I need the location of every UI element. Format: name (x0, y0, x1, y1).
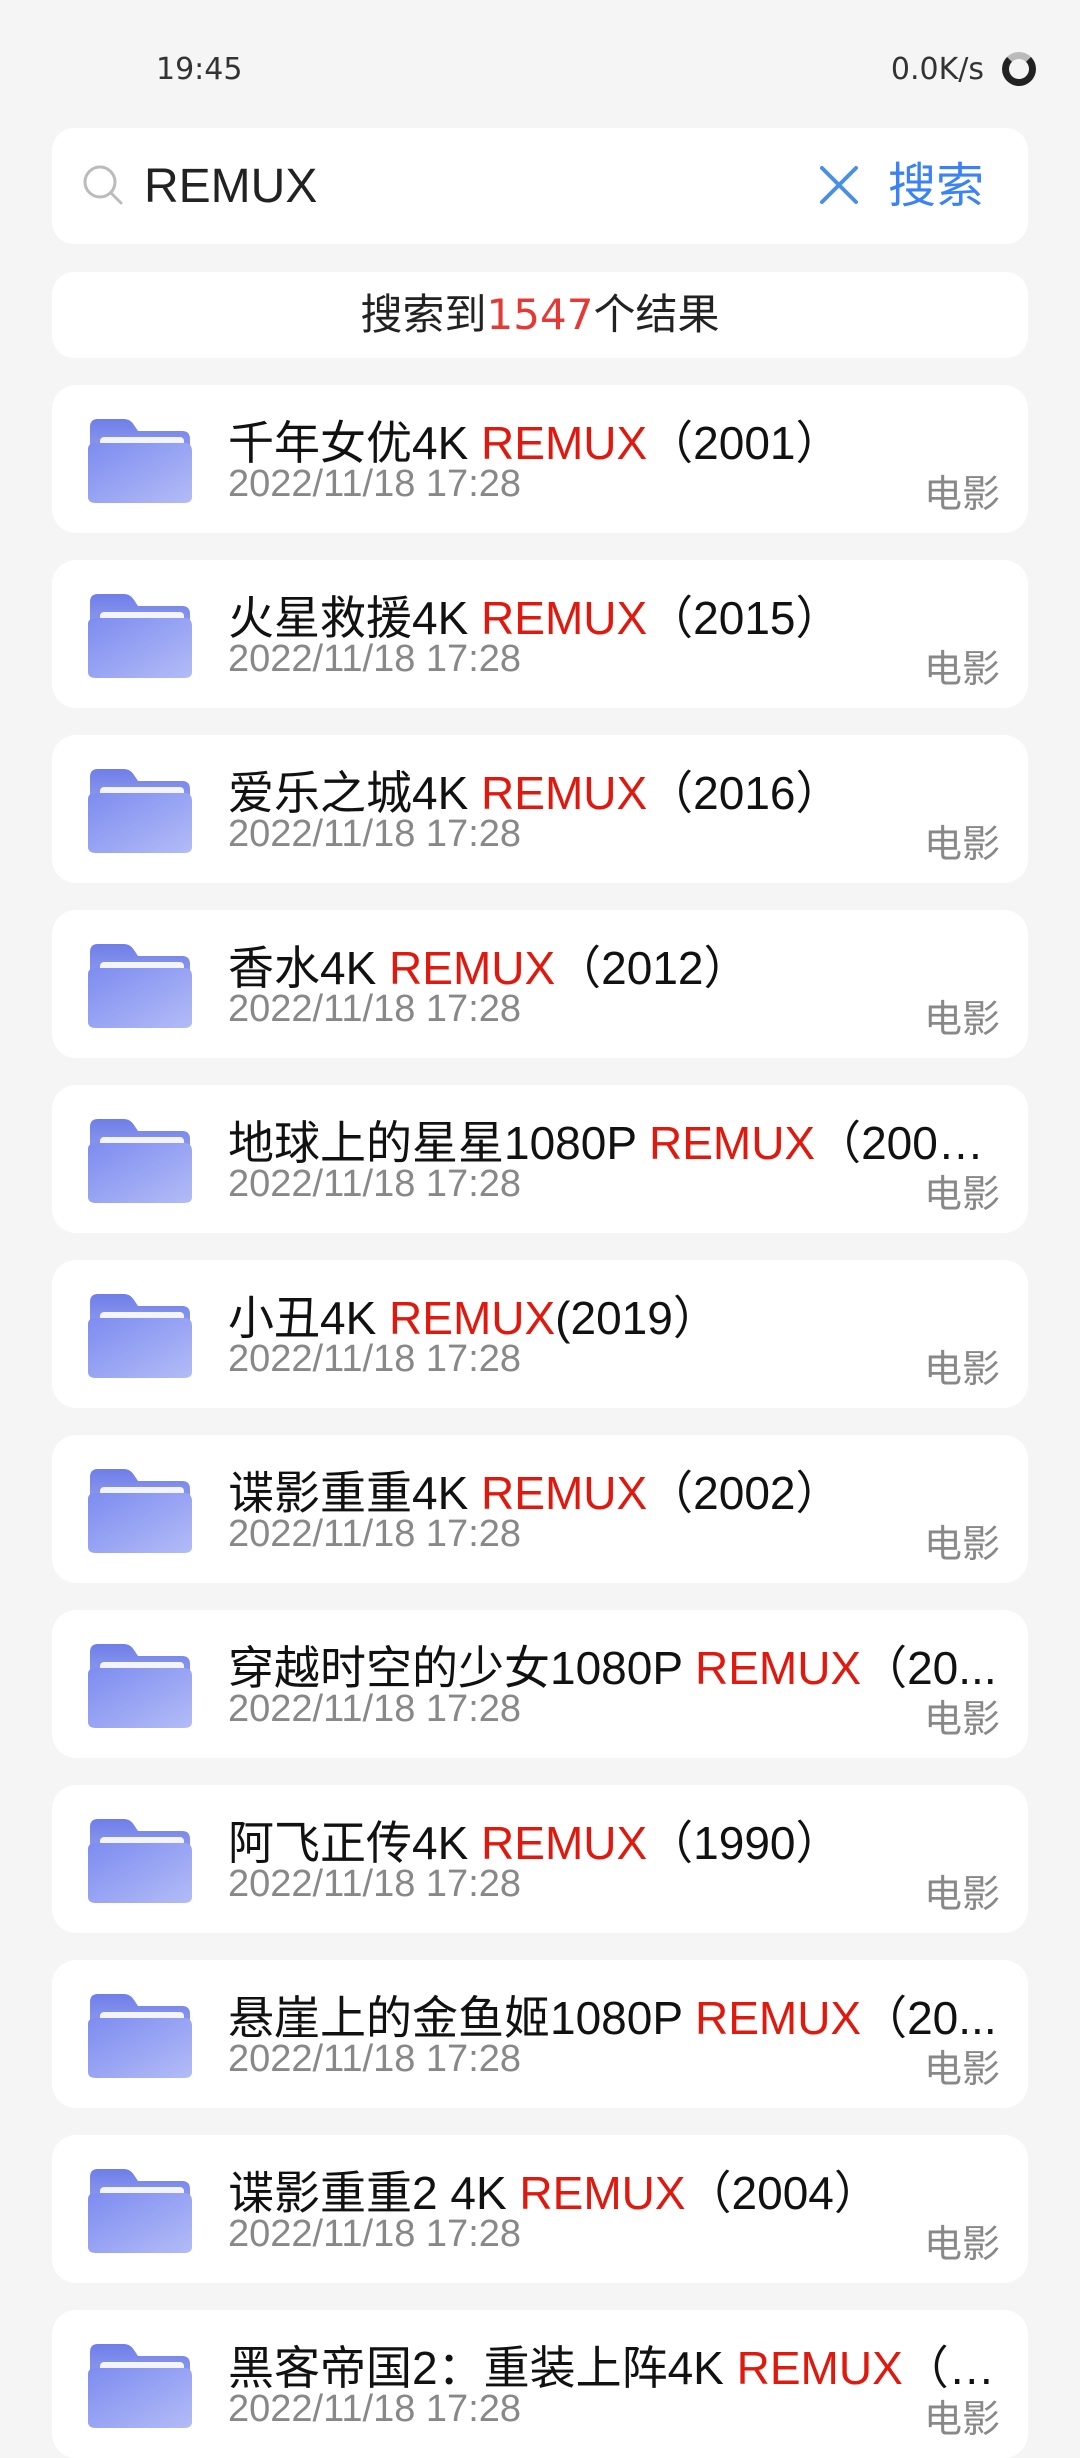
folder-icon (86, 592, 194, 680)
item-date: 2022/11/18 17:28 (228, 2388, 522, 2430)
item-category-tag: 电影 (923, 1697, 1000, 1741)
item-category-tag: 电影 (923, 2222, 1000, 2266)
list-item[interactable]: 悬崖上的金鱼姬1080P REMUX（20... 2022/11/18 17:2… (52, 1960, 1028, 2108)
list-item[interactable]: 地球上的星星1080P REMUX（2007） 2022/11/18 17:28… (52, 1085, 1028, 1233)
item-category-tag: 电影 (923, 1872, 1000, 1916)
item-date: 2022/11/18 17:28 (228, 638, 522, 680)
item-date: 2022/11/18 17:28 (228, 1863, 522, 1905)
folder-icon (86, 2167, 194, 2255)
folder-icon (86, 767, 194, 855)
status-time: 19:45 (156, 52, 243, 87)
result-count: 搜索到1547个结果 (52, 272, 1028, 358)
item-category-tag: 电影 (923, 1347, 1000, 1391)
folder-icon (86, 1117, 194, 1205)
close-icon[interactable] (816, 162, 862, 208)
item-category-tag: 电影 (923, 822, 1000, 866)
folder-icon (86, 1467, 194, 1555)
item-category-tag: 电影 (923, 2047, 1000, 2091)
folder-icon (86, 1992, 194, 2080)
list-item[interactable]: 火星救援4K REMUX（2015） 2022/11/18 17:28 电影 (52, 560, 1028, 708)
network-speed: 0.0K/s (890, 52, 984, 87)
item-category-tag: 电影 (923, 997, 1000, 1041)
item-date: 2022/11/18 17:28 (228, 2213, 522, 2255)
search-icon (82, 164, 124, 206)
item-date: 2022/11/18 17:28 (228, 463, 522, 505)
list-item[interactable]: 爱乐之城4K REMUX（2016） 2022/11/18 17:28 电影 (52, 735, 1028, 883)
item-date: 2022/11/18 17:28 (228, 1513, 522, 1555)
item-date: 2022/11/18 17:28 (228, 988, 522, 1030)
search-bar: 搜索 (52, 128, 1028, 244)
list-item[interactable]: 阿飞正传4K REMUX（1990） 2022/11/18 17:28 电影 (52, 1785, 1028, 1933)
item-date: 2022/11/18 17:28 (228, 1688, 522, 1730)
folder-icon (86, 1817, 194, 1905)
list-item[interactable]: 谍影重重2 4K REMUX（2004） 2022/11/18 17:28 电影 (52, 2135, 1028, 2283)
list-item[interactable]: 穿越时空的少女1080P REMUX（20... 2022/11/18 17:2… (52, 1610, 1028, 1758)
item-category-tag: 电影 (923, 1172, 1000, 1216)
item-date: 2022/11/18 17:28 (228, 1163, 522, 1205)
search-button[interactable]: 搜索 (888, 154, 984, 218)
item-category-tag: 电影 (923, 2397, 1000, 2441)
list-item[interactable]: 黑客帝国2：重装上阵4K REMUX（2... 2022/11/18 17:28… (52, 2310, 1028, 2458)
list-item[interactable]: 小丑4K REMUX(2019） 2022/11/18 17:28 电影 (52, 1260, 1028, 1408)
folder-icon (86, 942, 194, 1030)
search-input[interactable] (144, 150, 844, 222)
list-item[interactable]: 香水4K REMUX（2012） 2022/11/18 17:28 电影 (52, 910, 1028, 1058)
result-count-number: 1547 (486, 290, 594, 339)
folder-icon (86, 1292, 194, 1380)
status-bar: 19:45 0.0K/s (0, 0, 1080, 140)
result-count-suffix: 个结果 (593, 290, 720, 339)
folder-icon (86, 417, 194, 505)
item-category-tag: 电影 (923, 647, 1000, 691)
folder-icon (86, 2342, 194, 2430)
result-count-prefix: 搜索到 (360, 290, 487, 339)
item-date: 2022/11/18 17:28 (228, 2038, 522, 2080)
item-date: 2022/11/18 17:28 (228, 813, 522, 855)
item-category-tag: 电影 (923, 1522, 1000, 1566)
folder-icon (86, 1642, 194, 1730)
loading-spinner-icon (1002, 52, 1036, 86)
item-category-tag: 电影 (923, 472, 1000, 516)
list-item[interactable]: 千年女优4K REMUX（2001） 2022/11/18 17:28 电影 (52, 385, 1028, 533)
list-item[interactable]: 谍影重重4K REMUX（2002） 2022/11/18 17:28 电影 (52, 1435, 1028, 1583)
item-date: 2022/11/18 17:28 (228, 1338, 522, 1380)
